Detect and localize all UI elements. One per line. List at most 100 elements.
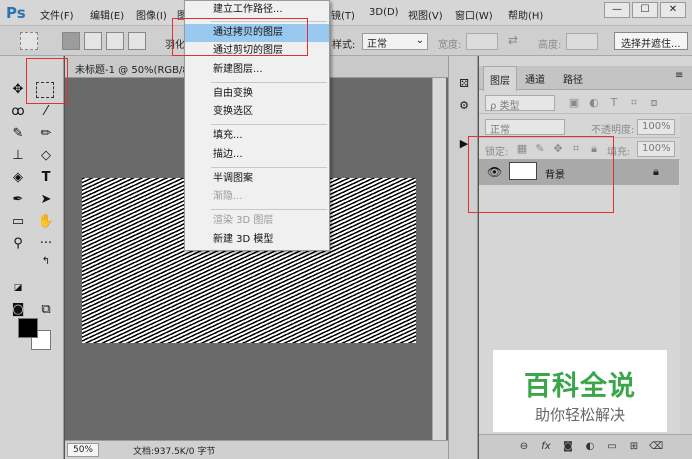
new-selection-icon[interactable] [62,32,80,50]
menu-file[interactable]: 文件(F) [40,7,74,22]
ctx-fill[interactable]: 填充... [185,127,329,145]
menu-help[interactable]: 帮助(H) [508,7,543,22]
watermark-subtitle: 助你轻松解决 [534,406,625,424]
watermark: 百科全说 助你轻松解决 [493,350,667,432]
annotation-box-marquee [26,58,68,104]
intersect-selection-icon[interactable] [128,32,146,50]
ctx-fade: 渐隐... [213,191,243,202]
eyedropper-tool-icon[interactable]: ✎ [8,124,28,144]
path-select-tool-icon[interactable]: ➤ [36,190,56,210]
menu-filter[interactable]: 镜(T) [331,7,355,22]
ctx-stroke[interactable]: 描边... [185,146,329,164]
type-filter-icon[interactable]: T [607,96,621,109]
zoom-level-field[interactable]: 50% [67,443,99,457]
delete-layer-icon[interactable]: ⌫ [649,441,663,452]
zoom-tool-icon[interactable]: ⚲ [8,234,28,254]
ctx-halftone-pattern[interactable]: 半调图案 [185,170,329,188]
tab-channels[interactable]: 通道 [525,71,545,86]
tools-panel: ✥ ꝏ ⁄ ✎ ✏ ⊥ ◇ ◈ T ✒ ➤ ▭ ✋ ⚲ ··· ↰ ◪ ◙ ⧉ [0,56,64,459]
width-label: 宽度: [438,40,462,51]
height-input[interactable] [566,33,598,50]
menu-window[interactable]: 窗口(W) [455,7,493,22]
shape-tool-icon[interactable]: ▭ [8,212,28,232]
foreground-color-swatch[interactable] [18,318,38,338]
new-layer-icon[interactable]: ⊞ [627,441,641,452]
ctx-render-3d-layer: 渲染 3D 图层 [213,215,274,226]
panel-tabs: 图层 通道 路径 ≡ [479,66,692,91]
more-tools-icon[interactable]: ··· [36,234,56,254]
ctx-separator [211,82,327,83]
opacity-field[interactable]: 100% [637,119,675,135]
pixel-filter-icon[interactable]: ▣ [567,96,581,109]
options-bar: 羽化 样式: 正常 ⌄ 宽度: ⇄ 高度: 选择并遮住... [0,26,692,56]
select-and-mask-button[interactable]: 选择并遮住... [614,32,688,50]
annotation-box-menu [172,18,308,56]
chevron-down-icon: ⌄ [415,35,424,46]
move-tool-icon[interactable]: ✥ [8,80,28,100]
document-title: 未标题-1 @ 50%(RGB/8) [75,65,193,76]
hand-tool-icon[interactable]: ✋ [36,212,56,232]
brush-tool-icon[interactable]: ✏ [36,124,56,144]
document-scrollbar[interactable] [432,78,446,440]
tab-layers[interactable]: 图层 [483,66,517,91]
opacity-label: 不透明度: [591,125,635,136]
ctx-new-layer[interactable]: 新建图层... [185,61,329,79]
menu-3d[interactable]: 3D(D) [369,7,399,18]
ctx-separator [211,167,327,168]
adjustment-filter-icon[interactable]: ◐ [587,96,601,109]
magic-wand-tool-icon[interactable]: ⁄ [36,102,56,122]
pen-tool-icon[interactable]: ✒ [8,190,28,210]
layer-filter-row: ρ 类型 ▣ ◐ T ⌗ ⧈ [479,92,692,114]
watermark-title: 百科全说 [524,371,636,402]
swap-colors-icon[interactable]: ↰ [40,256,52,268]
minimize-button[interactable]: — [604,2,630,18]
stamp-tool-icon[interactable]: ⊥ [8,146,28,166]
adjustment-layer-icon[interactable]: ◐ [583,441,597,452]
tab-paths[interactable]: 路径 [563,71,583,86]
lasso-tool-icon[interactable]: ꝏ [8,102,28,122]
panel-menu-icon[interactable]: ≡ [675,70,683,81]
type-tool-icon[interactable]: T [36,168,56,188]
status-bar: 50% 文档:937.5K/0 字节 [65,440,448,459]
shape-filter-icon[interactable]: ⌗ [627,96,641,110]
ctx-free-transform[interactable]: 自由变换 [185,85,329,103]
ctx-transform-selection[interactable]: 变换选区 [185,103,329,121]
default-colors-icon[interactable]: ◪ [12,282,24,294]
ctx-make-work-path[interactable]: 建立工作路径... [185,1,329,19]
history-panel-icon[interactable]: ⚄ [456,76,472,92]
fill-field[interactable]: 100% [637,141,675,157]
layers-footer: ⊖ fx ◙ ◐ ▭ ⊞ ⌫ [479,434,692,459]
menu-edit[interactable]: 编辑(E) [90,7,124,22]
marquee-preset-icon[interactable] [20,32,38,50]
swap-icon[interactable]: ⇄ [508,33,518,47]
maximize-button[interactable]: ☐ [632,2,658,18]
style-select[interactable]: 正常 ⌄ [362,33,428,50]
paint-bucket-tool-icon[interactable]: ◈ [8,168,28,188]
layer-lock-icon: 🔒︎ [653,165,659,178]
width-input[interactable] [466,33,498,50]
height-label: 高度: [538,40,562,51]
menu-image[interactable]: 图像(I) [136,7,167,22]
new-group-icon[interactable]: ▭ [605,441,619,452]
document-info[interactable]: 文档:937.5K/0 字节 [133,444,215,457]
add-mask-icon[interactable]: ◙ [561,441,575,452]
screen-mode-icon[interactable]: ⧉ [36,300,56,320]
subtract-selection-icon[interactable] [106,32,124,50]
properties-panel-icon[interactable]: ⚙ [456,98,472,114]
blend-mode-select[interactable]: 正常 [485,119,565,136]
link-layers-icon[interactable]: ⊖ [517,441,531,452]
ctx-new-3d-model[interactable]: 新建 3D 模型 [185,231,329,249]
eraser-tool-icon[interactable]: ◇ [36,146,56,166]
layers-scrollbar[interactable] [680,116,692,434]
layer-style-icon[interactable]: fx [539,441,553,452]
annotation-box-layer [468,136,614,213]
menu-bar: Ps 文件(F) 编辑(E) 图像(I) 图 镜(T) 3D(D) 视图(V) … [0,0,692,26]
layer-kind-filter[interactable]: ρ 类型 [485,95,555,112]
panel-dock-strip: ⚄ ⚙ ▶ [448,56,478,459]
add-selection-icon[interactable] [84,32,102,50]
ctx-separator [211,209,327,210]
close-button[interactable]: ✕ [660,2,686,18]
smart-object-filter-icon[interactable]: ⧈ [647,96,661,110]
quick-mask-icon[interactable]: ◙ [8,300,28,320]
menu-view[interactable]: 视图(V) [408,7,443,22]
